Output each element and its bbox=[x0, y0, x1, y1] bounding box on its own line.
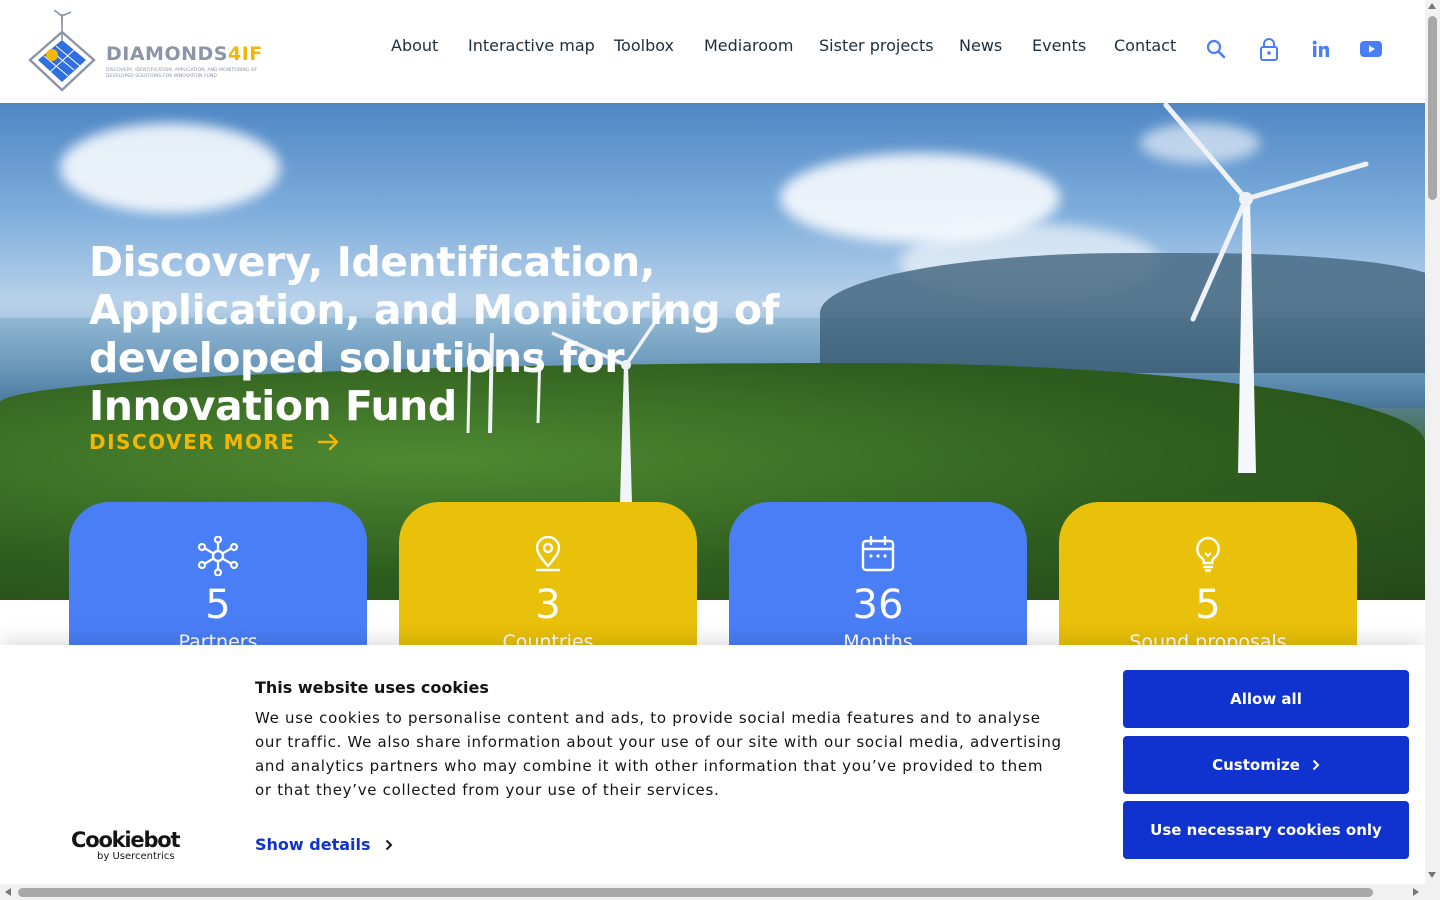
lightbulb-icon bbox=[1059, 536, 1357, 572]
customize-label: Customize bbox=[1212, 756, 1300, 774]
nav-events[interactable]: Events bbox=[1032, 36, 1086, 55]
cookie-description: We use cookies to personalise content an… bbox=[255, 709, 1062, 799]
allow-all-label: Allow all bbox=[1230, 690, 1302, 708]
logo-wordmark: DIAMONDS4IF bbox=[106, 43, 263, 65]
necessary-cookies-label: Use necessary cookies only bbox=[1150, 821, 1382, 839]
stat-card-countries: 3 Countries bbox=[399, 502, 697, 652]
logo-emblem-icon bbox=[28, 10, 96, 92]
scroll-down-arrow-icon[interactable] bbox=[1428, 872, 1436, 878]
stat-value: 5 bbox=[1195, 582, 1221, 628]
nav-sister-projects[interactable]: Sister projects bbox=[819, 36, 934, 55]
chevron-right-icon bbox=[1312, 759, 1320, 771]
stat-card-partners: 5 Partners bbox=[69, 502, 367, 652]
cookiebot-logo: Cookiebot by Usercentrics bbox=[71, 828, 181, 863]
network-icon bbox=[69, 536, 367, 576]
arrow-right-icon bbox=[317, 433, 338, 451]
stat-value: 3 bbox=[535, 582, 561, 628]
stat-value: 5 bbox=[205, 582, 231, 628]
stat-card-sound-proposals: 5 Sound proposals bbox=[1059, 502, 1357, 652]
horizontal-scroll-thumb[interactable] bbox=[18, 888, 1373, 897]
lock-icon[interactable] bbox=[1257, 36, 1281, 62]
linkedin-icon[interactable] bbox=[1309, 36, 1333, 62]
calendar-icon bbox=[729, 536, 1027, 572]
nav-contact[interactable]: Contact bbox=[1114, 36, 1176, 55]
show-details-label: Show details bbox=[255, 835, 371, 854]
scroll-up-arrow-icon[interactable] bbox=[1428, 3, 1436, 9]
discover-more-label: DISCOVER MORE bbox=[89, 430, 296, 454]
nav-news[interactable]: News bbox=[959, 36, 1002, 55]
stat-value: 36 bbox=[852, 582, 904, 628]
necessary-cookies-button[interactable]: Use necessary cookies only bbox=[1123, 801, 1409, 859]
search-icon[interactable] bbox=[1204, 36, 1228, 62]
nav-toolbox[interactable]: Toolbox bbox=[614, 36, 674, 55]
nav-mediaroom[interactable]: Mediaroom bbox=[704, 36, 793, 55]
stat-card-months: 36 Months bbox=[729, 502, 1027, 652]
youtube-icon[interactable] bbox=[1359, 36, 1383, 62]
hero-title: Discovery, Identification, Application, … bbox=[89, 238, 779, 430]
site-logo[interactable]: DIAMONDS4IF DISCOVERY, IDENTIFICATION, A… bbox=[26, 10, 286, 94]
cookie-consent-banner: Cookiebot by Usercentrics This website u… bbox=[0, 645, 1425, 884]
scroll-left-arrow-icon[interactable] bbox=[5, 888, 11, 896]
nav-interactive-map[interactable]: Interactive map bbox=[468, 36, 595, 55]
cookiebot-wordmark: Cookiebot bbox=[71, 828, 181, 852]
cookiebot-subtitle: by Usercentrics bbox=[97, 851, 175, 862]
cookie-title: This website uses cookies bbox=[255, 678, 489, 697]
logo-tagline: DISCOVERY, IDENTIFICATION, APPLICATION, … bbox=[106, 68, 258, 79]
discover-more-link[interactable]: DISCOVER MORE bbox=[89, 430, 340, 454]
map-pin-icon bbox=[399, 536, 697, 572]
vertical-scrollbar[interactable] bbox=[1425, 0, 1440, 884]
vertical-scroll-thumb[interactable] bbox=[1428, 16, 1437, 200]
nav-about[interactable]: About bbox=[391, 36, 438, 55]
allow-all-button[interactable]: Allow all bbox=[1123, 670, 1409, 728]
chevron-right-icon bbox=[385, 839, 392, 850]
scroll-right-arrow-icon[interactable] bbox=[1413, 888, 1419, 896]
show-details-link[interactable]: Show details bbox=[255, 835, 393, 854]
horizontal-scrollbar[interactable] bbox=[0, 884, 1440, 900]
site-header: DIAMONDS4IF DISCOVERY, IDENTIFICATION, A… bbox=[0, 0, 1425, 103]
customize-button[interactable]: Customize bbox=[1123, 736, 1409, 794]
